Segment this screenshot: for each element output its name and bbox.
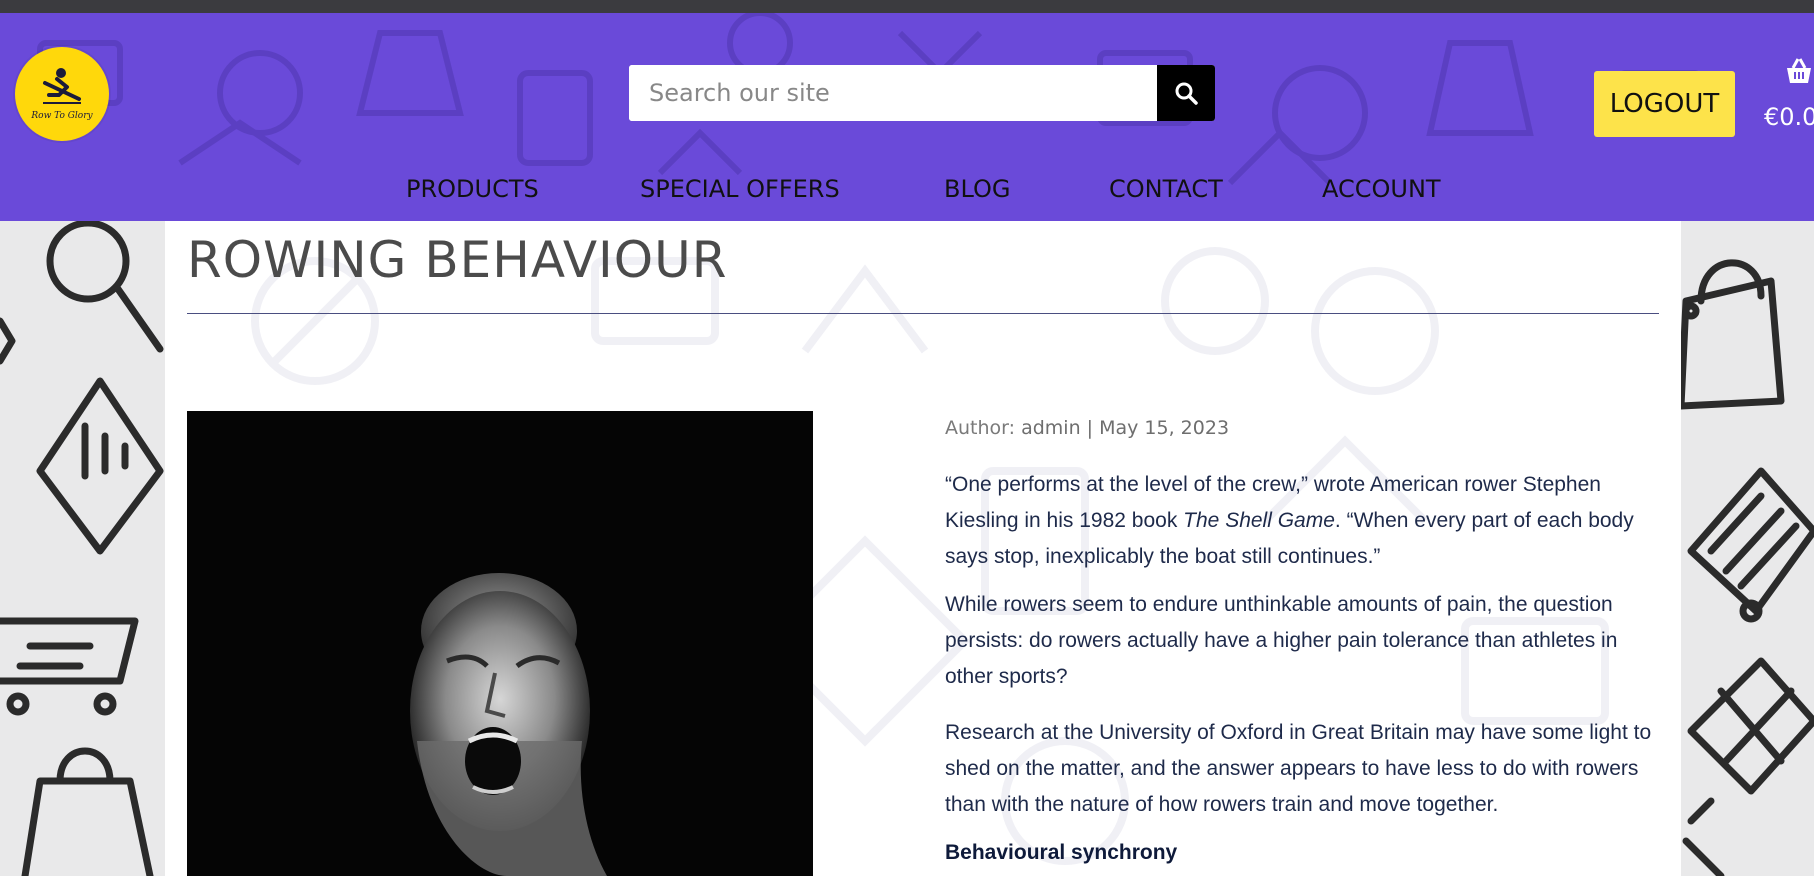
logout-button[interactable]: LOGOUT xyxy=(1594,71,1735,137)
site-logo[interactable]: Row To Glory xyxy=(15,47,109,141)
author-link[interactable]: admin xyxy=(1021,417,1081,439)
page-title: ROWING BEHAVIOUR xyxy=(187,231,728,289)
post-date: May 15, 2023 xyxy=(1099,417,1230,439)
nav-special-offers[interactable]: SPECIAL OFFERS xyxy=(640,175,840,203)
paragraph-1: “One performs at the level of the crew,”… xyxy=(945,467,1665,575)
screaming-man-photo xyxy=(187,411,813,876)
basket-icon xyxy=(1787,58,1811,83)
search-input[interactable] xyxy=(629,65,1157,121)
search-button[interactable] xyxy=(1157,65,1215,121)
shopping-pattern-left xyxy=(0,221,164,876)
author-label: Author: xyxy=(945,417,1022,439)
book-title: The Shell Game xyxy=(1183,509,1335,532)
site-header: Row To Glory LOGOUT €0.0 PRODUCTS SPECIA… xyxy=(0,13,1814,221)
main-nav: PRODUCTS SPECIAL OFFERS BLOG CONTACT ACC… xyxy=(0,175,1814,215)
blog-post: ROWING BEHAVIOUR Author: admin | May 15,… xyxy=(165,221,1681,876)
nav-contact[interactable]: CONTACT xyxy=(1109,175,1223,203)
site-search xyxy=(629,65,1215,121)
post-body: “One performs at the level of the crew,”… xyxy=(945,467,1665,871)
browser-top-strip xyxy=(0,0,1814,13)
nav-products[interactable]: PRODUCTS xyxy=(406,175,539,203)
post-image xyxy=(187,411,813,876)
section-heading: Behavioural synchrony xyxy=(945,841,1178,864)
post-meta: Author: admin | May 15, 2023 xyxy=(945,417,1229,439)
left-pattern-panel xyxy=(0,221,165,876)
right-pattern-panel xyxy=(1681,221,1814,876)
logo-text: Row To Glory xyxy=(31,111,93,121)
search-icon xyxy=(1175,82,1198,105)
meta-separator: | xyxy=(1080,417,1100,439)
nav-blog[interactable]: BLOG xyxy=(944,175,1010,203)
shopping-pattern-right xyxy=(1681,259,1814,876)
cart-total: €0.0 xyxy=(1764,103,1814,131)
title-divider xyxy=(187,313,1659,314)
rower-logo-icon xyxy=(43,68,81,104)
paragraph-2: While rowers seem to endure unthinkable … xyxy=(945,593,1618,688)
nav-account[interactable]: ACCOUNT xyxy=(1322,175,1441,203)
paragraph-3: Research at the University of Oxford in … xyxy=(945,721,1652,816)
